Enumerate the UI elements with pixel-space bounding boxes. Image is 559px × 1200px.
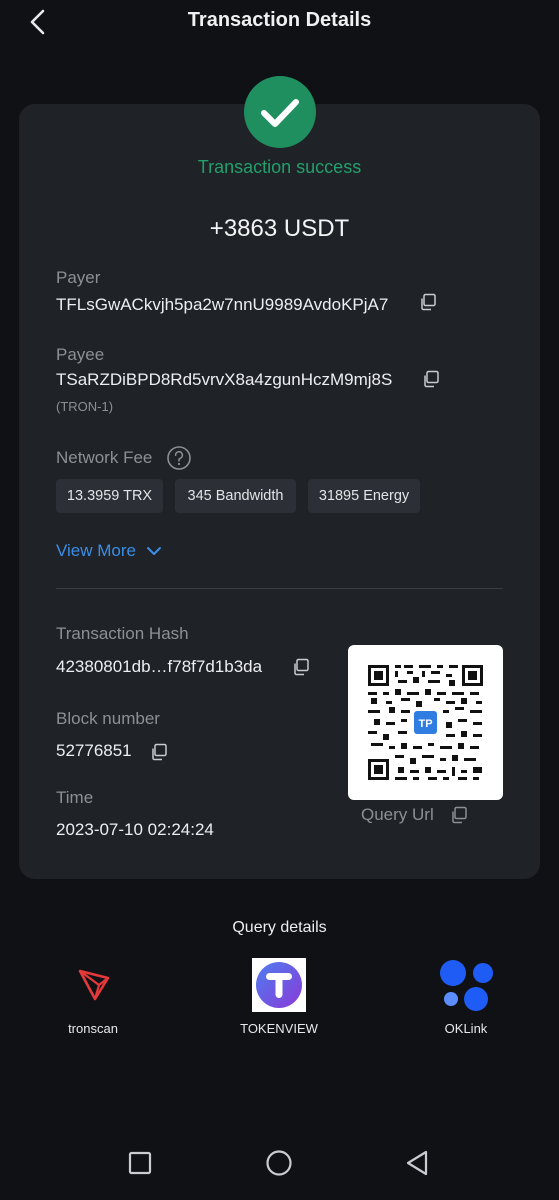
copy-query-url-button[interactable]: [450, 806, 468, 824]
payer-address: TFLsGwACkvjh5pa2w7nnU9989AvdoKPjA7: [56, 295, 389, 314]
payee-address: TSaRZDiBPD8Rd5vrvX8a4zgunHczM9mj8S: [56, 370, 393, 389]
oklink-logo-icon: [439, 958, 493, 1012]
qr-badge-text: TP: [418, 718, 432, 730]
explorer-oklink[interactable]: OKLink: [406, 958, 526, 1038]
copy-icon: [152, 743, 167, 761]
qr-code[interactable]: TP: [348, 645, 503, 800]
time-label: Time: [56, 788, 94, 807]
copy-payer-button[interactable]: [419, 293, 437, 311]
triangle-back-icon: [406, 1150, 428, 1176]
payer-label: Payer: [56, 268, 101, 287]
hash-value: 42380801db…f78f7d1b3da: [56, 657, 263, 676]
copy-hash-button[interactable]: [292, 658, 310, 676]
block-label: Block number: [56, 709, 160, 728]
header: Transaction Details: [0, 0, 559, 44]
circle-icon: [266, 1150, 292, 1176]
fee-chip-bandwidth: 345 Bandwidth: [175, 479, 296, 513]
payee-label: Payee: [56, 345, 105, 364]
divider: [56, 588, 503, 589]
network-fee-label: Network Fee: [56, 448, 153, 467]
square-icon: [128, 1151, 152, 1175]
system-nav-bar: [0, 1124, 559, 1200]
tronscan-logo-icon: [66, 958, 120, 1012]
explorer-name: tronscan: [68, 1021, 118, 1036]
fee-chip-energy: 31895 Energy: [308, 479, 420, 513]
query-details-title: Query details: [232, 919, 327, 936]
hash-label: Transaction Hash: [56, 624, 189, 643]
tokenview-logo-icon: [252, 958, 306, 1012]
view-more-label: View More: [56, 541, 136, 560]
status-text: Transaction success: [197, 157, 362, 177]
chevron-down-icon: [147, 547, 161, 555]
qr-code-icon: TP: [368, 665, 483, 780]
copy-icon: [421, 293, 436, 311]
block-value: 52776851: [56, 741, 132, 760]
amount: +3863 USDT: [209, 215, 350, 242]
home-button[interactable]: [264, 1148, 294, 1178]
query-url-label: Query Url: [361, 805, 434, 824]
back-nav-button[interactable]: [403, 1148, 433, 1178]
copy-block-button[interactable]: [150, 743, 168, 761]
payee-network: (TRON-1): [56, 399, 114, 414]
explorer-name: TOKENVIEW: [240, 1021, 318, 1036]
copy-payee-button[interactable]: [422, 370, 440, 388]
fee-chip-trx: 13.3959 TRX: [56, 479, 163, 513]
explorer-name: OKLink: [444, 1021, 488, 1036]
page-title: Transaction Details: [187, 9, 372, 31]
copy-icon: [452, 806, 467, 824]
time-value: 2023-07-10 02:24:24: [56, 820, 214, 839]
question-circle-icon: [167, 446, 191, 470]
help-button[interactable]: [166, 445, 192, 471]
explorer-tokenview[interactable]: TOKENVIEW: [219, 958, 339, 1038]
success-check-icon: [244, 76, 316, 148]
copy-icon: [424, 370, 439, 388]
recents-button[interactable]: [125, 1148, 155, 1178]
explorer-tronscan[interactable]: tronscan: [33, 958, 153, 1038]
copy-icon: [294, 658, 309, 676]
view-more-button[interactable]: View More: [56, 541, 162, 561]
